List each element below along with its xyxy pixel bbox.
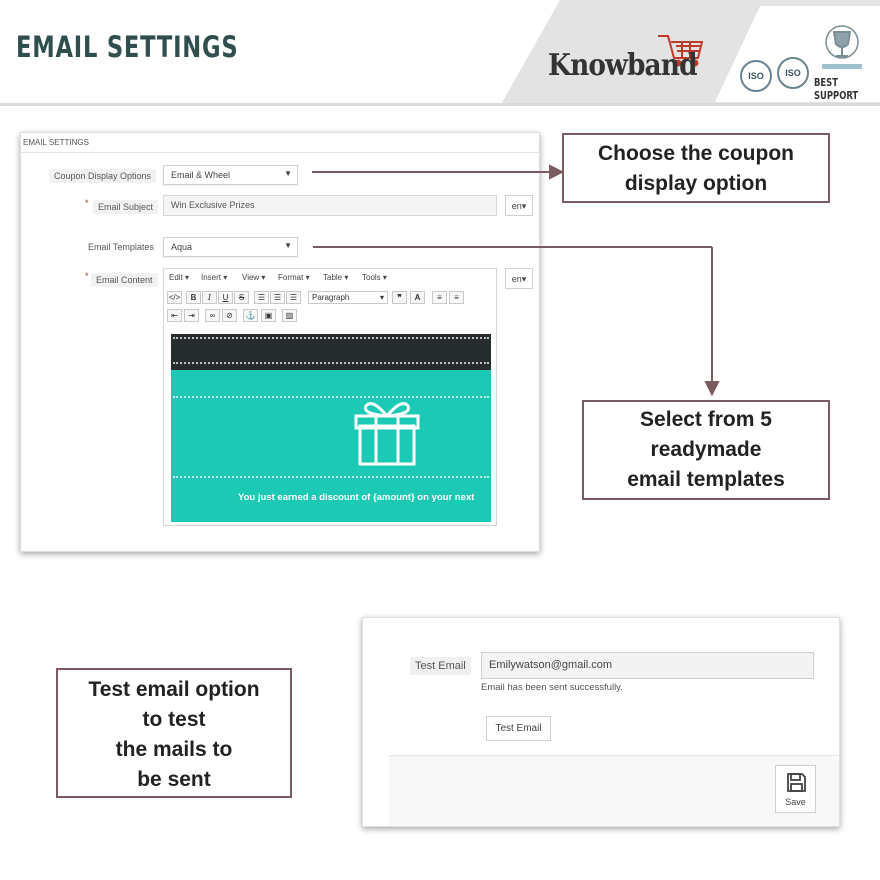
email-subject-label: Email Subject [93,200,159,214]
template-preview-header [171,334,491,370]
test-email-button[interactable]: Test Email [486,716,551,741]
templates-arrowhead [704,381,720,397]
required-marker: * [85,271,89,281]
save-button[interactable]: Save [775,765,816,813]
email-templates-select[interactable]: Aqua ▼ [163,237,298,257]
callout-line: the mails to [115,738,233,761]
bold-icon[interactable]: B [186,291,201,304]
callout-line: to test [142,708,206,731]
floppy-disk-icon [787,773,806,792]
strikethrough-icon[interactable]: S [234,291,249,304]
page-title: EMAIL SETTINGS [16,30,239,64]
coupon-display-select[interactable]: Email & Wheel ▼ [163,165,298,185]
callout-coupon-display: Choose the coupon display option [562,133,830,203]
callout-email-templates: Select from 5 readymade email templates [582,400,830,500]
email-content-label: Email Content [91,273,158,287]
dotted-border [173,337,489,339]
email-templates-label: Email Templates [88,242,154,252]
test-email-label: Test Email [410,657,471,675]
chevron-down-icon: ▼ [284,169,292,178]
editor-menu-edit[interactable]: Edit ▾ [169,273,189,282]
iso-certified-icon: ISO [777,57,809,89]
required-marker: * [85,198,89,208]
callout-line: Select from 5 [640,408,772,431]
caret-icon: ▾ [521,201,527,211]
coupon-display-value: Email & Wheel [171,170,231,180]
outdent-icon[interactable]: ⇤ [167,309,182,322]
italic-icon[interactable]: I [202,291,217,304]
paragraph-format-select[interactable]: Paragraph ▾ [308,291,388,304]
subject-language-dropdown[interactable]: en▾ [505,195,533,216]
header-divider [0,103,880,106]
dotted-border [173,362,489,364]
caret-icon: ▾ [521,274,527,284]
chevron-down-icon: ▼ [284,241,292,250]
content-language-dropdown[interactable]: en▾ [505,268,533,289]
numbered-list-icon[interactable]: ≡ [449,291,464,304]
iso-badge-icon: ISO [740,60,772,92]
panel-title: EMAIL SETTINGS [23,138,89,147]
link-icon[interactable]: ∞ [205,309,220,322]
email-templates-value: Aqua [171,242,193,252]
callout-line: email templates [627,468,785,491]
language-code: en [511,201,522,211]
ribbon-icon [822,64,862,69]
blockquote-icon[interactable]: ❞ [392,291,407,304]
editor-menu-insert[interactable]: Insert ▾ [201,273,227,282]
editor-menu-view[interactable]: View ▾ [242,273,265,282]
media-icon[interactable]: ▣ [261,309,276,322]
coupon-arrowhead [549,164,565,180]
knowband-logo: Knowband [548,48,698,83]
source-code-icon[interactable]: </> [167,291,182,304]
callout-line: be sent [137,768,211,791]
callout-test-email: Test email option to test the mails to b… [56,668,292,798]
caret-icon: ▾ [379,293,384,302]
dotted-border [173,396,489,398]
paragraph-value: Paragraph [312,293,350,302]
best-support-label: BEST SUPPORT [814,76,859,102]
panel-divider [20,152,540,153]
template-discount-text: You just earned a discount of {amount} o… [238,492,475,503]
success-message: Email has been sent successfully. [481,682,623,693]
bullet-list-icon[interactable]: ≡ [432,291,447,304]
align-left-icon[interactable]: ☰ [254,291,269,304]
editor-menu-format[interactable]: Format ▾ [278,273,310,282]
align-center-icon[interactable]: ☰ [270,291,285,304]
callout-line: readymade [650,438,762,461]
dotted-border [173,476,489,478]
test-email-input[interactable]: Emilywatson@gmail.com [481,652,814,679]
panel-footer [389,755,839,826]
save-label: Save [785,797,806,807]
editor-menu-tools[interactable]: Tools ▾ [362,273,387,282]
coupon-display-label: Coupon Display Options [49,169,157,183]
callout-line: display option [624,172,768,195]
anchor-icon[interactable]: ⚓ [243,309,258,322]
image-icon[interactable]: ▨ [282,309,297,322]
email-subject-input[interactable]: Win Exclusive Prizes [163,195,497,216]
editor-menu-table[interactable]: Table ▾ [323,273,348,282]
language-code: en [511,274,522,284]
indent-icon[interactable]: ⇥ [184,309,199,322]
callout-line: Test email option [88,678,260,701]
text-color-icon[interactable]: A [410,291,425,304]
gift-icon [354,402,420,466]
unlink-icon[interactable]: ⊘ [222,309,237,322]
callout-line: Choose the coupon [598,142,794,165]
underline-icon[interactable]: U [218,291,233,304]
align-right-icon[interactable]: ☰ [286,291,301,304]
